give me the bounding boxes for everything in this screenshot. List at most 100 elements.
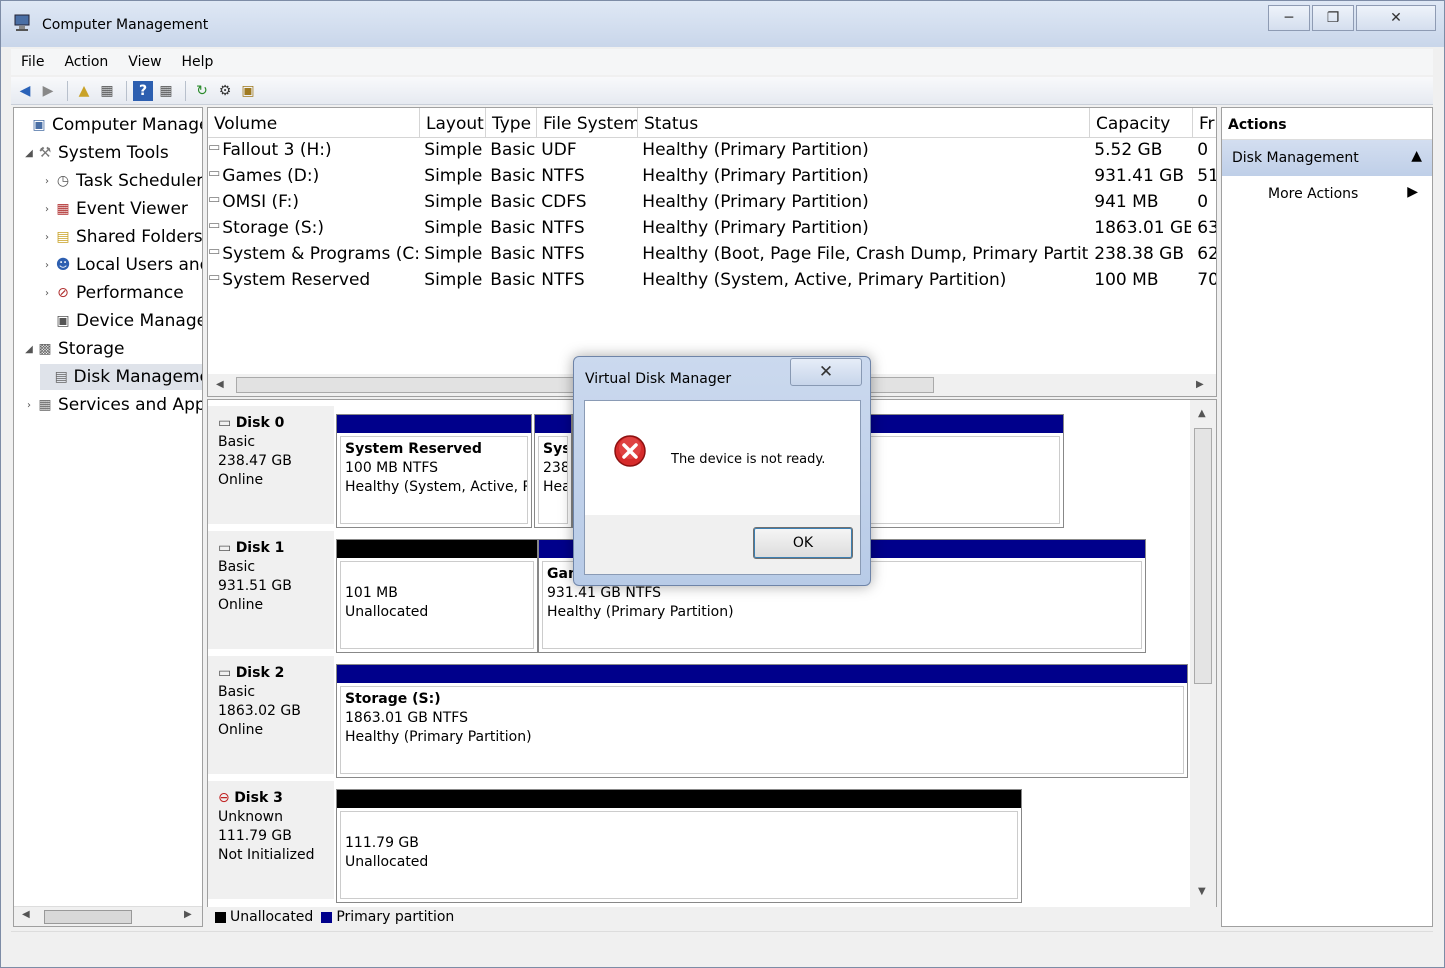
column-header-layout[interactable]: Layout	[420, 108, 486, 138]
volume-row[interactable]: ▭ Storage (S:) Simple Basic NTFS Healthy (Pri…	[208, 218, 1216, 244]
tree-item-computer-management[interactable]: ▣ Computer Managem	[16, 112, 202, 138]
volume-cell-layout: Simple	[424, 270, 483, 290]
disk-type: Basic	[218, 559, 256, 575]
virtual-disk-manager-dialog: Virtual Disk Manager ✕ The device is not…	[573, 356, 871, 586]
disk-label[interactable]: ▭ Disk 0 Basic 238.47 GB Online	[208, 406, 334, 524]
help-icon[interactable]: ?	[133, 80, 153, 101]
partition-status: Healthy (System, Active, Prima	[345, 479, 527, 495]
expand-icon[interactable]: ›	[40, 204, 54, 215]
back-icon[interactable]: ◀	[15, 81, 35, 101]
expand-icon[interactable]: ›	[40, 260, 54, 271]
show-hide-tree-icon[interactable]: ▦	[97, 81, 117, 101]
disk-label[interactable]: ▭ Disk 1 Basic 931.51 GB Online	[208, 531, 334, 649]
show-action-pane-icon[interactable]: ▦	[156, 81, 176, 101]
partition-title	[345, 815, 1013, 834]
column-header-volume[interactable]: Volume	[208, 108, 420, 138]
column-header-status[interactable]: Status	[638, 108, 1090, 138]
collapse-up-icon[interactable]: ▲	[1411, 148, 1422, 164]
menu-action[interactable]: Action	[54, 54, 118, 70]
volume-icon: ▭	[208, 244, 221, 259]
volume-row[interactable]: ▭ System Reserved Simple Basic NTFS Healthy (…	[208, 270, 1216, 296]
minimize-button[interactable]: ─	[1268, 5, 1310, 31]
volume-row[interactable]: ▭ System & Programs (C:) Simple Basic NTFS He…	[208, 244, 1216, 270]
scroll-thumb[interactable]	[44, 910, 132, 924]
tree-item-services-and-applications[interactable]: › ▦ Services and Appli	[22, 392, 202, 418]
expand-icon[interactable]: ›	[22, 400, 36, 411]
menu-help[interactable]: Help	[172, 54, 224, 70]
scroll-down-icon[interactable]: ▼	[1198, 886, 1206, 897]
storage-icon: ▩	[38, 341, 52, 357]
close-button[interactable]: ✕	[1356, 5, 1436, 31]
disk-vertical-scrollbar[interactable]: ▲ ▼	[1190, 400, 1216, 926]
disk-size: 238.47 GB	[218, 453, 292, 469]
forward-icon[interactable]: ▶	[38, 81, 58, 101]
disk-row: ▭ Disk 2 Basic 1863.02 GB Online Storage (S:…	[208, 650, 1188, 778]
partition-block[interactable]: Syste 238.3 Healt	[534, 414, 572, 528]
disk-row: ⊖ Disk 3 Unknown 111.79 GB Not Initialized 1…	[208, 775, 1188, 903]
volume-cell-layout: Simple	[424, 140, 483, 160]
tree-horizontal-scrollbar[interactable]: ◀ ▶	[14, 906, 202, 926]
status-bar	[11, 931, 1433, 959]
volume-cell-type: Basic	[490, 192, 536, 212]
disk-state: Online	[218, 597, 264, 613]
scroll-thumb[interactable]	[1194, 428, 1212, 684]
scroll-left-icon[interactable]: ◀	[22, 909, 30, 920]
partition-status: Healt	[543, 479, 567, 495]
volume-row[interactable]: ▭ Fallout 3 (H:) Simple Basic UDF Healthy (Pr…	[208, 140, 1216, 166]
scroll-left-icon[interactable]: ◀	[216, 379, 224, 390]
menu-view[interactable]: View	[118, 54, 171, 70]
settings-icon[interactable]: ▣	[238, 81, 258, 101]
partition-block[interactable]: Storage (S:) 1863.01 GB NTFS Healthy (Prim…	[336, 664, 1188, 778]
column-header-capacity[interactable]: Capacity	[1090, 108, 1193, 138]
partition-block[interactable]: System Reserved 100 MB NTFS Healthy (Syste…	[336, 414, 532, 528]
refresh-icon[interactable]: ↻	[192, 81, 212, 101]
dialog-close-button[interactable]: ✕	[790, 358, 862, 386]
disk-label[interactable]: ⊖ Disk 3 Unknown 111.79 GB Not Initialized	[208, 781, 334, 899]
partition-size: 100 MB NTFS	[345, 460, 439, 476]
collapse-icon[interactable]: ◢	[22, 148, 36, 159]
scroll-right-icon[interactable]: ▶	[184, 909, 192, 920]
properties-icon[interactable]: ⚙	[215, 81, 235, 101]
expand-icon[interactable]: ›	[40, 232, 54, 243]
scroll-right-icon[interactable]: ▶	[1196, 379, 1204, 390]
column-header-type[interactable]: Type	[486, 108, 537, 138]
volume-icon: ▭	[208, 218, 221, 233]
actions-section-disk-management[interactable]: Disk Management ▲	[1222, 140, 1432, 176]
tree-item-system-tools[interactable]: ◢ ⚒ System Tools	[22, 140, 169, 166]
maximize-button[interactable]: ❐	[1312, 5, 1354, 31]
tree-item-shared-folders[interactable]: › ▤ Shared Folders	[40, 224, 202, 250]
tree-item-device-manager[interactable]: ▣ Device Manager	[40, 308, 202, 334]
tree-item-local-users[interactable]: › ☻ Local Users and	[40, 252, 202, 278]
partition-block[interactable]: 111.79 GB Unallocated	[336, 789, 1022, 903]
tree-item-label: Event Viewer	[76, 199, 188, 219]
more-actions-item[interactable]: More Actions ▶	[1222, 176, 1432, 210]
disk-name-text: Disk 2	[235, 665, 285, 681]
legend-primary-label: Primary partition	[336, 909, 455, 925]
volume-cell-file-system: NTFS	[541, 166, 585, 186]
tree-item-task-scheduler[interactable]: › ◷ Task Scheduler	[40, 168, 202, 194]
collapse-icon[interactable]: ◢	[22, 344, 36, 355]
title-bar[interactable]: Computer Management ─ ❐ ✕	[1, 1, 1444, 47]
up-folder-icon[interactable]: ▲	[74, 81, 94, 101]
tree-item-label: Storage	[58, 339, 125, 359]
column-header-file-system[interactable]: File System	[537, 108, 638, 138]
minimize-icon: ─	[1284, 10, 1294, 26]
menu-file[interactable]: File	[11, 54, 54, 70]
volume-row[interactable]: ▭ OMSI (F:) Simple Basic CDFS Healthy (Primar…	[208, 192, 1216, 218]
expand-icon[interactable]: ›	[40, 288, 54, 299]
column-header-free-space[interactable]: Fr	[1193, 108, 1216, 138]
volume-cell-type: Basic	[490, 218, 536, 238]
tree-item-performance[interactable]: › ⊘ Performance	[40, 280, 184, 306]
scroll-up-icon[interactable]: ▲	[1198, 408, 1206, 419]
expand-icon[interactable]: ›	[40, 176, 54, 187]
volume-cell-capacity: 100 MB	[1094, 270, 1159, 290]
partition-block[interactable]: 101 MB Unallocated	[336, 539, 538, 653]
ok-button[interactable]: OK	[753, 527, 853, 559]
tree-item-storage[interactable]: ◢ ▩ Storage	[22, 336, 125, 362]
disk-label[interactable]: ▭ Disk 2 Basic 1863.02 GB Online	[208, 656, 334, 774]
computer-management-icon: ▣	[32, 117, 46, 133]
tree-item-disk-management[interactable]: ▤ Disk Manageme	[40, 364, 202, 390]
volume-row[interactable]: ▭ Games (D:) Simple Basic NTFS Healthy (Prima…	[208, 166, 1216, 192]
tree-item-event-viewer[interactable]: › ▦ Event Viewer	[40, 196, 188, 222]
disk-name-text: Disk 1	[235, 540, 285, 556]
